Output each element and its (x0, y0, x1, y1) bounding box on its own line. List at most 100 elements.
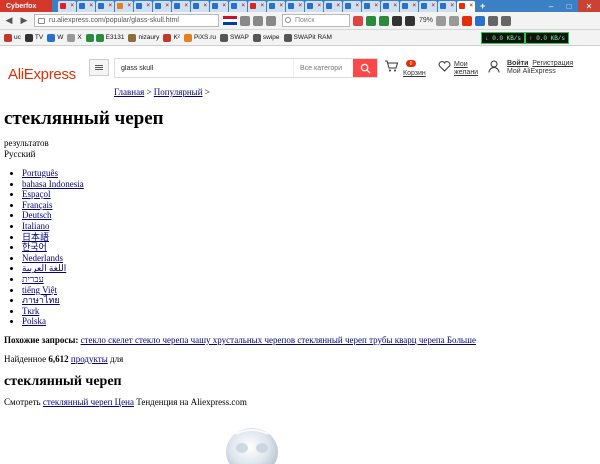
close-tab-icon[interactable]: × (317, 3, 321, 9)
maximize-icon[interactable]: □ (560, 0, 578, 12)
language-link[interactable]: Français (22, 200, 53, 210)
addon-icon[interactable] (240, 15, 250, 26)
wishlist-link[interactable]: Мои желани (454, 61, 478, 77)
home-icon[interactable] (488, 15, 499, 26)
close-window-icon[interactable]: ✕ (578, 0, 600, 12)
addon-icon[interactable] (475, 15, 486, 26)
language-link[interactable]: Nederlands (22, 253, 63, 263)
close-tab-icon[interactable]: × (222, 3, 226, 9)
zoom-in-icon[interactable] (449, 15, 460, 26)
aliexpress-logo[interactable]: AliExpress (8, 66, 76, 83)
addon-icon[interactable] (405, 15, 415, 26)
addon-icon[interactable] (392, 15, 402, 26)
user-icon[interactable] (488, 60, 500, 76)
reload-icon[interactable] (266, 15, 276, 26)
close-tab-icon[interactable]: × (70, 3, 74, 9)
language-link[interactable]: Tкrk (22, 306, 39, 316)
bookmark-item[interactable]: SWAPit RAM (283, 33, 332, 42)
language-link[interactable]: 日本語 (22, 232, 49, 242)
close-tab-icon[interactable]: × (374, 3, 378, 9)
close-tab-icon[interactable]: × (127, 3, 131, 9)
browser-tab[interactable]: × (153, 0, 171, 12)
login-link[interactable]: Войти (507, 60, 528, 67)
close-tab-icon[interactable]: × (89, 3, 93, 9)
language-link[interactable]: Italiano (22, 221, 50, 231)
category-select[interactable]: Все категори (293, 59, 353, 77)
close-tab-icon[interactable]: × (431, 3, 435, 9)
heart-icon[interactable] (438, 61, 451, 75)
browser-tab[interactable]: × (419, 0, 437, 12)
my-aliexpress-link[interactable]: Мой AliExpress (507, 68, 556, 75)
language-link[interactable]: bahasa Indonesia (22, 179, 84, 189)
bookmark-item[interactable]: swipe (252, 33, 280, 42)
close-tab-icon[interactable]: × (203, 3, 207, 9)
close-tab-icon[interactable]: × (184, 3, 188, 9)
products-link[interactable]: продукты (71, 354, 108, 364)
bookmark-item[interactable]: nizaury (128, 33, 159, 42)
browser-tab[interactable]: × (134, 0, 152, 12)
browser-tab[interactable]: × (191, 0, 209, 12)
site-search-input[interactable] (115, 59, 293, 77)
language-link[interactable]: 한국어 (22, 242, 47, 252)
bookmark-item[interactable]: SWAP (219, 33, 249, 42)
language-link[interactable]: עברית (22, 274, 44, 284)
close-tab-icon[interactable]: × (165, 3, 169, 9)
close-tab-icon[interactable]: × (412, 3, 416, 9)
browser-tab[interactable]: × (362, 0, 380, 12)
back-icon[interactable]: ◀ (3, 15, 15, 27)
browser-tab[interactable]: × (210, 0, 228, 12)
addon-icon[interactable] (253, 15, 263, 26)
browser-tab[interactable]: × (267, 0, 285, 12)
breadcrumb-home-link[interactable]: Главная (114, 87, 144, 97)
bookmark-item[interactable]: PiXS.ru (183, 33, 216, 42)
language-link[interactable]: Português (22, 168, 58, 178)
close-tab-icon[interactable]: × (469, 3, 473, 9)
browser-tab[interactable]: × (438, 0, 456, 12)
bookmark-item[interactable]: uc (4, 33, 21, 42)
browser-tab[interactable]: × (381, 0, 399, 12)
browser-tab[interactable]: × (58, 0, 76, 12)
language-link[interactable]: tiếng Việt (22, 285, 57, 295)
close-tab-icon[interactable]: × (393, 3, 397, 9)
bookmark-item[interactable]: E3131 (85, 33, 124, 42)
related-searches-links[interactable]: стекло скелет стекло черепа чашу хрустал… (81, 335, 476, 345)
close-tab-icon[interactable]: × (355, 3, 359, 9)
browser-tab[interactable]: × (286, 0, 304, 12)
browser-tab[interactable]: × (96, 0, 114, 12)
close-tab-icon[interactable]: × (279, 3, 283, 9)
browser-tab-active[interactable]: × (457, 0, 475, 12)
address-bar[interactable]: ru.aliexpress.com/popular/glass-skull.ht… (34, 14, 219, 27)
glass-skull-image[interactable] (216, 418, 288, 464)
addon-icon[interactable] (353, 15, 363, 26)
language-link[interactable]: اللغة العربية (22, 263, 66, 273)
zoom-out-icon[interactable] (436, 15, 447, 26)
bookmark-item[interactable]: W (47, 33, 63, 42)
addon-icon[interactable] (366, 15, 376, 26)
browser-search-input[interactable]: Поиск (282, 14, 350, 27)
minimize-icon[interactable]: – (542, 0, 560, 12)
aliexpress-addon-icon[interactable] (462, 15, 473, 26)
close-tab-icon[interactable]: × (146, 3, 150, 9)
addon-icon[interactable] (379, 15, 389, 26)
close-tab-icon[interactable]: × (336, 3, 340, 9)
browser-tab[interactable]: × (77, 0, 95, 12)
close-tab-icon[interactable]: × (241, 3, 245, 9)
price-link[interactable]: стеклянный череп Цена (43, 397, 134, 407)
menu-icon[interactable] (501, 15, 512, 26)
browser-tab[interactable]: × (172, 0, 190, 12)
new-tab-icon[interactable]: + (480, 1, 485, 11)
browser-tab[interactable]: × (305, 0, 323, 12)
close-tab-icon[interactable]: × (260, 3, 264, 9)
language-link[interactable]: Deutsch (22, 210, 52, 220)
bookmark-item[interactable]: TV (24, 33, 43, 42)
language-link[interactable]: ภาษาไทย (22, 295, 60, 305)
zoom-level[interactable]: 79% (419, 17, 433, 24)
forward-icon[interactable]: ▶ (18, 15, 30, 27)
bookmark-item[interactable]: K² (163, 33, 180, 42)
search-submit-button[interactable] (353, 59, 377, 77)
language-link[interactable]: Polska (22, 316, 46, 326)
browser-tab[interactable]: × (400, 0, 418, 12)
categories-menu-button[interactable] (89, 59, 109, 76)
browser-tab[interactable]: × (229, 0, 247, 12)
browser-tab[interactable]: × (115, 0, 133, 12)
